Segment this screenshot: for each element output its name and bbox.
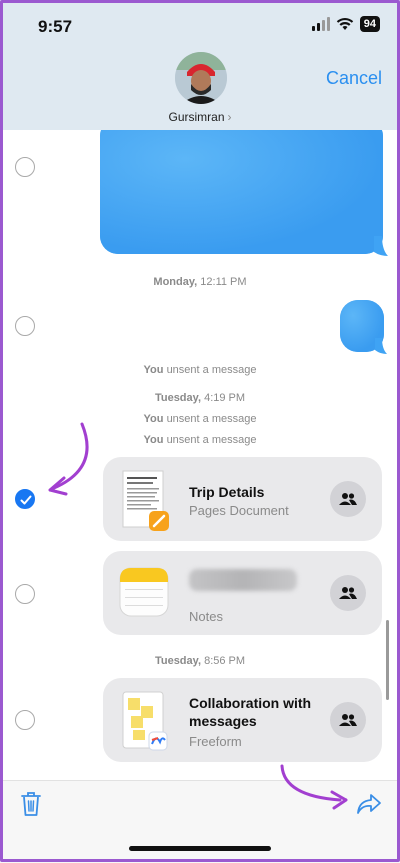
timestamp: Tuesday, 8:56 PM: [154, 655, 246, 667]
shared-document-card[interactable]: Trip Details Pages Document: [103, 457, 382, 541]
select-circle[interactable]: [15, 710, 35, 730]
select-circle-checked[interactable]: [15, 489, 35, 509]
notes-app-icon: [119, 567, 169, 617]
card-title: Collaboration with messages: [189, 695, 312, 729]
share-button[interactable]: [356, 793, 382, 815]
wifi-icon: [336, 18, 353, 30]
collaboration-button[interactable]: [330, 702, 366, 738]
status-icons: 94: [311, 16, 380, 32]
annotation-arrow: [48, 422, 89, 496]
trash-icon: [21, 792, 41, 816]
select-circle[interactable]: [15, 157, 35, 177]
annotation-arrow: [280, 764, 348, 810]
card-subtitle: Notes: [189, 609, 223, 624]
card-subtitle: Freeform: [189, 734, 242, 749]
contact-avatar[interactable]: [175, 52, 227, 104]
battery-icon: 94: [359, 16, 380, 32]
shared-freeform-card[interactable]: Collaboration with messages Freeform: [103, 678, 382, 762]
scroll-indicator[interactable]: [386, 620, 389, 700]
message-bubble[interactable]: [100, 118, 383, 254]
select-circle[interactable]: [15, 316, 35, 336]
card-title: Trip Details: [189, 484, 265, 500]
cancel-button[interactable]: Cancel: [326, 68, 382, 89]
bubble-tail: [375, 338, 387, 354]
blurred-content: [100, 118, 383, 254]
checkmark-icon: [20, 495, 32, 505]
conversation-header: 9:57 94 Gursimran › Cancel: [0, 0, 400, 130]
collaboration-button[interactable]: [330, 481, 366, 517]
signal-icon: [311, 17, 330, 31]
collaboration-button[interactable]: [330, 575, 366, 611]
freeform-board-thumbnail: [121, 690, 168, 751]
unsent-notice: You unsent a message: [143, 364, 257, 376]
timestamp: Tuesday, 4:19 PM: [154, 392, 246, 404]
home-indicator: [129, 846, 271, 851]
card-subtitle: Pages Document: [189, 503, 289, 518]
people-icon: [339, 493, 357, 505]
status-time: 9:57: [38, 17, 73, 36]
shared-note-card[interactable]: Notes: [103, 551, 382, 635]
people-icon: [339, 714, 357, 726]
blurred-note-title: [189, 569, 297, 591]
select-circle[interactable]: [15, 584, 35, 604]
timestamp: Monday, 12:11 PM: [153, 276, 247, 288]
contact-name[interactable]: Gursimran ›: [0, 110, 400, 124]
share-arrow-icon: [357, 794, 381, 814]
pages-document-thumbnail: [121, 469, 169, 531]
bubble-tail: [374, 236, 388, 256]
trash-button[interactable]: [20, 791, 42, 817]
people-icon: [339, 587, 357, 599]
